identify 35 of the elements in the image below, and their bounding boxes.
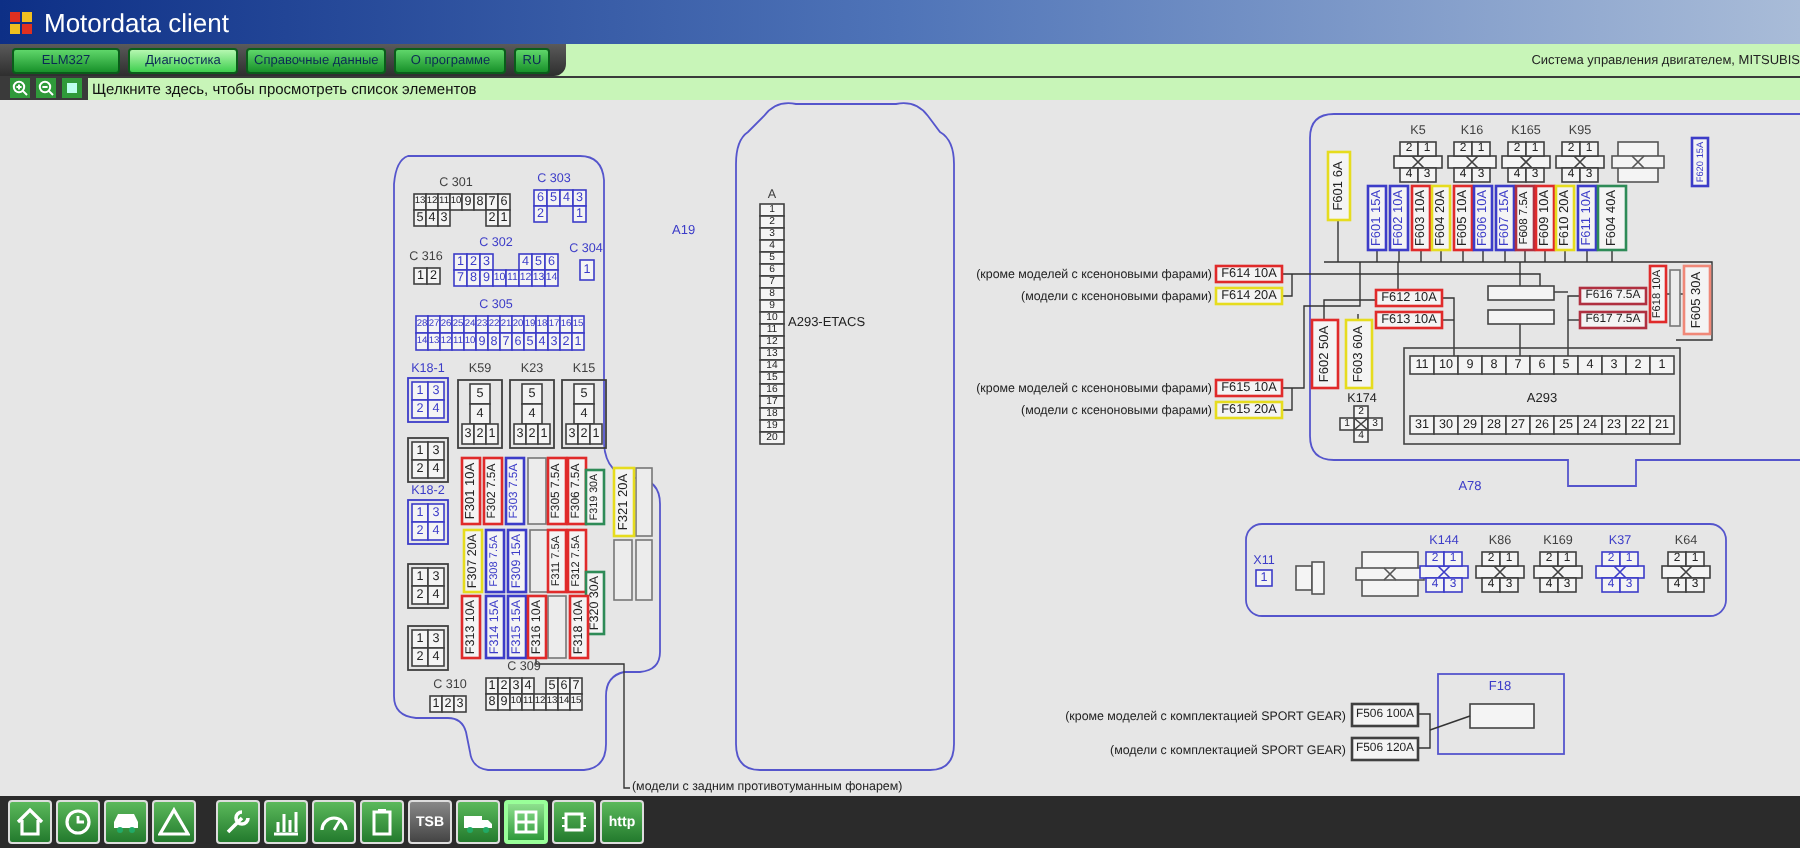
toolbar-button[interactable] — [56, 800, 100, 844]
toolbar-button[interactable] — [552, 800, 596, 844]
toolbar-button[interactable] — [152, 800, 196, 844]
fusible-link — [1469, 703, 1535, 729]
zoom-in-icon[interactable] — [10, 78, 30, 98]
toolbar-button[interactable] — [456, 800, 500, 844]
toolbar-button[interactable] — [312, 800, 356, 844]
toolbar-button[interactable] — [264, 800, 308, 844]
toolbar-button[interactable] — [216, 800, 260, 844]
relay-socket-drawing — [1611, 141, 1665, 183]
connector-housing — [561, 379, 607, 449]
toolbar-button[interactable] — [360, 800, 404, 844]
relay-socket-drawing — [1355, 551, 1425, 597]
toolbar-button[interactable] — [104, 800, 148, 844]
connector-housing — [457, 379, 503, 449]
warning-triangle-icon — [158, 806, 190, 838]
fit-view-icon[interactable] — [62, 78, 82, 98]
connector-housing — [407, 499, 449, 545]
toolbar-button[interactable] — [504, 800, 548, 844]
toolbar-button[interactable] — [8, 800, 52, 844]
connector-drawing — [1295, 561, 1325, 595]
wrench-icon — [222, 806, 254, 838]
fuse-block-outline — [1437, 673, 1565, 755]
relay-coil — [1487, 285, 1555, 301]
zoom-out-icon[interactable] — [36, 78, 56, 98]
connector-housing — [509, 379, 555, 449]
chart-icon — [270, 806, 302, 838]
connector-housing — [407, 377, 449, 423]
empty-fuse-slot — [527, 457, 547, 525]
empty-fuse-slot — [1669, 269, 1681, 327]
window-title: Motordata client — [44, 7, 229, 37]
house-icon — [14, 806, 46, 838]
app-icon — [10, 11, 32, 33]
relay-coil — [1487, 309, 1555, 325]
grid-icon — [510, 806, 542, 838]
